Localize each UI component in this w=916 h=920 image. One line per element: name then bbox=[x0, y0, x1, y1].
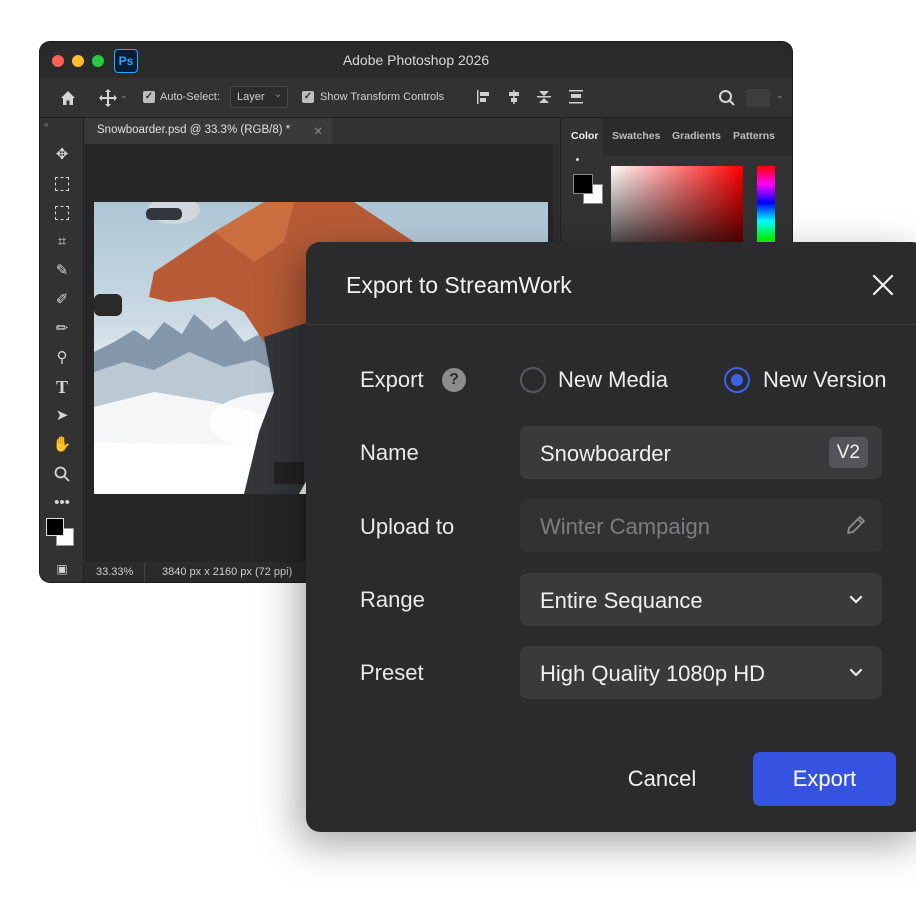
dialog-divider bbox=[306, 324, 916, 325]
radio-new-media-label[interactable]: New Media bbox=[558, 367, 668, 393]
upload-placeholder: Winter Campaign bbox=[540, 514, 710, 539]
preset-dropdown[interactable]: High Quality 1080p HD bbox=[520, 646, 882, 699]
preset-label: Preset bbox=[360, 660, 424, 685]
align-left-icon[interactable] bbox=[476, 89, 492, 105]
stamp-tool-icon[interactable]: ⚲ bbox=[51, 347, 73, 369]
auto-select-label: Auto-Select: bbox=[160, 91, 220, 103]
auto-select-value: Layer bbox=[237, 91, 265, 103]
radio-new-version-label[interactable]: New Version bbox=[763, 367, 887, 393]
close-icon[interactable] bbox=[870, 272, 896, 298]
show-transform-checkbox[interactable]: ✓ bbox=[302, 91, 314, 103]
chevron-down-icon bbox=[849, 595, 863, 604]
name-value: Snowboarder bbox=[540, 441, 671, 466]
tools-panel: » ✥ ⌗ ✎ ✐ ✏ ⚲ T ➤ ✋ ••• ▣ bbox=[40, 118, 84, 582]
auto-select-dropdown[interactable]: Layer ⌄ bbox=[230, 86, 288, 108]
hand-tool-icon[interactable]: ✋ bbox=[51, 434, 73, 456]
collapse-icon[interactable]: » bbox=[44, 120, 48, 129]
auto-select-checkbox[interactable]: ✓ bbox=[143, 91, 155, 103]
document-tab-title: Snowboarder.psd @ 33.3% (RGB/8) * bbox=[97, 124, 291, 136]
close-tab-icon[interactable]: ✕ bbox=[313, 124, 323, 138]
show-transform-label: Show Transform Controls bbox=[320, 91, 445, 103]
marquee-tool-icon[interactable] bbox=[51, 173, 73, 195]
quick-mask-icon[interactable]: ▣ bbox=[51, 558, 73, 580]
document-tab[interactable]: Snowboarder.psd @ 33.3% (RGB/8) * ✕ bbox=[85, 118, 332, 144]
export-dialog: Export to StreamWork Export ? New Media … bbox=[306, 242, 916, 832]
brush-tool-icon[interactable]: ✏ bbox=[51, 318, 73, 340]
tab-patterns[interactable]: Patterns bbox=[733, 130, 775, 142]
panel-indicator-dot bbox=[576, 158, 579, 161]
window-title: Adobe Photoshop 2026 bbox=[342, 52, 490, 68]
title-bar: Ps Adobe Photoshop 2026 bbox=[40, 42, 792, 78]
foreground-color-swatch[interactable] bbox=[46, 518, 64, 536]
tab-gradients[interactable]: Gradients bbox=[672, 130, 721, 142]
path-select-tool-icon[interactable]: ➤ bbox=[51, 405, 73, 427]
status-divider bbox=[144, 562, 145, 582]
align-center-icon[interactable] bbox=[506, 89, 522, 105]
radio-new-media[interactable] bbox=[520, 367, 546, 393]
upload-field[interactable]: Winter Campaign bbox=[520, 499, 882, 552]
chevron-down-icon[interactable]: ⌄ bbox=[120, 90, 128, 101]
chevron-down-icon bbox=[849, 668, 863, 677]
type-tool-icon[interactable]: T bbox=[51, 376, 73, 398]
options-bar: ⌄ ✓ Auto-Select: Layer ⌄ ✓ Show Transfor… bbox=[40, 78, 792, 118]
upload-label: Upload to bbox=[360, 514, 455, 539]
export-button[interactable]: Export bbox=[753, 752, 896, 806]
range-label: Range bbox=[360, 587, 425, 612]
panel-tabs: Color Swatches Gradients Patterns bbox=[561, 118, 792, 156]
help-icon[interactable]: ? bbox=[442, 368, 466, 392]
distribute-icon[interactable] bbox=[536, 89, 552, 105]
name-label: Name bbox=[360, 440, 419, 465]
tab-color[interactable]: Color bbox=[571, 130, 598, 142]
zoom-level[interactable]: 33.33% bbox=[96, 566, 133, 578]
export-label: Export bbox=[360, 367, 424, 392]
preset-value: High Quality 1080p HD bbox=[540, 661, 766, 686]
move-tool-icon[interactable]: ✥ bbox=[51, 144, 73, 166]
version-badge: V2 bbox=[828, 437, 868, 468]
tab-swatches[interactable]: Swatches bbox=[612, 130, 660, 142]
home-icon[interactable] bbox=[58, 88, 78, 108]
zoom-tool-icon[interactable] bbox=[51, 463, 73, 485]
document-dimensions: 3840 px x 2160 px (72 ppi) bbox=[162, 566, 293, 578]
align-top-icon[interactable] bbox=[568, 89, 584, 105]
eyedropper-tool-icon[interactable]: ✎ bbox=[51, 260, 73, 282]
chevron-down-icon[interactable]: ⌄ bbox=[776, 90, 784, 101]
more-tools-icon[interactable]: ••• bbox=[51, 492, 73, 514]
name-field[interactable]: Snowboarder V2 bbox=[520, 426, 882, 479]
move-tool-icon[interactable] bbox=[98, 88, 118, 108]
pencil-icon[interactable] bbox=[844, 513, 868, 537]
radio-new-version[interactable] bbox=[724, 367, 750, 393]
cancel-button[interactable]: Cancel bbox=[598, 752, 726, 806]
healing-brush-icon[interactable]: ✐ bbox=[51, 289, 73, 311]
crop-tool-icon[interactable]: ⌗ bbox=[51, 231, 73, 253]
range-dropdown[interactable]: Entire Sequance bbox=[520, 573, 882, 626]
dialog-title: Export to StreamWork bbox=[346, 272, 572, 298]
object-select-tool-icon[interactable] bbox=[51, 202, 73, 224]
workspace-switcher[interactable] bbox=[746, 89, 770, 107]
foreground-color-swatch[interactable] bbox=[573, 174, 593, 194]
search-icon[interactable] bbox=[718, 89, 736, 107]
range-value: Entire Sequance bbox=[540, 588, 703, 613]
chevron-down-icon: ⌄ bbox=[273, 89, 282, 100]
